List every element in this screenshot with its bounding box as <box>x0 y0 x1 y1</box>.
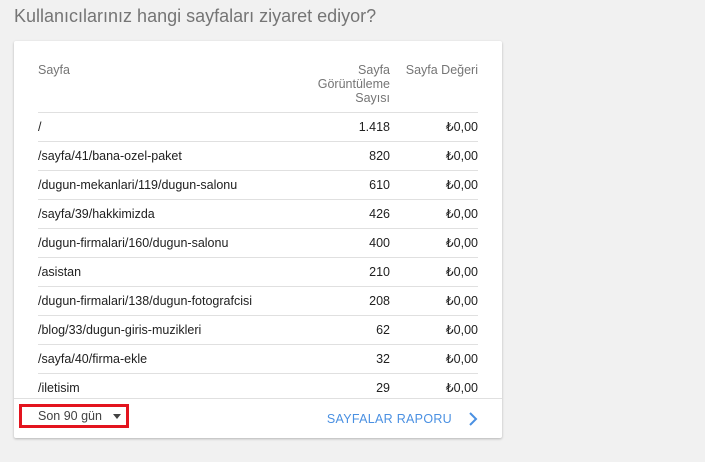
chevron-right-icon[interactable] <box>466 411 480 427</box>
table-row: /dugun-firmalari/160/dugun-salonu 400 ₺0,0… <box>38 229 478 258</box>
row-page-value: ₺0,00 <box>445 236 478 250</box>
row-pageviews: 208 <box>369 294 390 308</box>
column-header-page: Sayfa <box>38 63 70 77</box>
row-pageviews: 820 <box>369 149 390 163</box>
row-page-value: ₺0,00 <box>445 381 478 395</box>
row-page-path: /iletisim <box>38 381 80 395</box>
card-footer: Son 90 gün SAYFALAR RAPORU <box>14 398 502 439</box>
column-header-pageviews-line3: Sayısı <box>355 91 390 105</box>
row-page-value: ₺0,00 <box>445 294 478 308</box>
row-page-path: / <box>38 120 42 134</box>
row-pageviews: 426 <box>369 207 390 221</box>
table-header: Sayfa Sayfa Görüntüleme Sayısı Sayfa Değ… <box>38 63 478 113</box>
row-pageviews: 1.418 <box>358 120 390 134</box>
table-row: /blog/33/dugun-giris-muzikleri 62 ₺0,00 <box>38 316 478 345</box>
row-page-value: ₺0,00 <box>445 352 478 366</box>
table-row: /sayfa/40/firma-ekle 32 ₺0,00 <box>38 345 478 374</box>
row-page-path: /sayfa/40/firma-ekle <box>38 352 148 366</box>
row-pageviews: 610 <box>369 178 390 192</box>
table-row: /dugun-mekanlari/119/dugun-salonu 610 ₺0,0… <box>38 171 478 200</box>
row-pageviews: 62 <box>376 323 390 337</box>
caret-down-icon <box>113 414 121 419</box>
row-pageviews: 29 <box>376 381 390 395</box>
row-pageviews: 32 <box>376 352 390 366</box>
date-range-dropdown[interactable]: Son 90 gün <box>19 404 129 428</box>
row-page-value: ₺0,00 <box>445 178 478 192</box>
column-header-pageviews-line2: Görüntüleme <box>317 77 390 91</box>
row-page-path: /blog/33/dugun-giris-muzikleri <box>38 323 202 337</box>
row-pageviews: 210 <box>369 265 390 279</box>
row-page-path: /dugun-mekanlari/119/dugun-salonu <box>38 178 238 192</box>
row-page-path: /dugun-firmalari/160/dugun-salonu <box>38 236 229 250</box>
row-pageviews: 400 <box>369 236 390 250</box>
section-heading: Kullanıcılarınız hangi sayfaları ziyaret… <box>14 6 377 26</box>
row-page-path: /dugun-firmalari/138/dugun-fotografcisi <box>38 294 253 308</box>
row-page-value: ₺0,00 <box>445 265 478 279</box>
row-page-value: ₺0,00 <box>445 149 478 163</box>
row-page-value: ₺0,00 <box>445 207 478 221</box>
row-page-path: /sayfa/39/hakkimizda <box>38 207 155 221</box>
table-row: /sayfa/41/bana-ozel-paket 820 ₺0,00 <box>38 142 478 171</box>
table-row: /asistan 210 ₺0,00 <box>38 258 478 287</box>
table-row: / 1.418 ₺0,00 <box>38 113 478 142</box>
table-row: /dugun-firmalari/138/dugun-fotografcisi 2… <box>38 287 478 316</box>
column-header-page-value: Sayfa Değeri <box>405 63 478 77</box>
pages-report-link[interactable]: SAYFALAR RAPORU <box>327 412 452 426</box>
row-page-value: ₺0,00 <box>445 323 478 337</box>
table-row: /sayfa/39/hakkimizda 426 ₺0,00 <box>38 200 478 229</box>
table-body: / 1.418 ₺0,00/sayfa/41/bana-ozel-paket 820 ₺… <box>38 113 478 402</box>
row-page-path: /asistan <box>38 265 82 279</box>
date-range-label: Son 90 gün <box>38 409 102 423</box>
row-page-value: ₺0,00 <box>445 120 478 134</box>
pages-card: Sayfa Sayfa Görüntüleme Sayısı Sayfa Değ… <box>14 41 502 438</box>
column-header-pageviews: Sayfa Görüntüleme Sayısı <box>280 63 390 105</box>
row-page-path: /sayfa/41/bana-ozel-paket <box>38 149 182 163</box>
column-header-pageviews-line1: Sayfa <box>358 63 390 77</box>
